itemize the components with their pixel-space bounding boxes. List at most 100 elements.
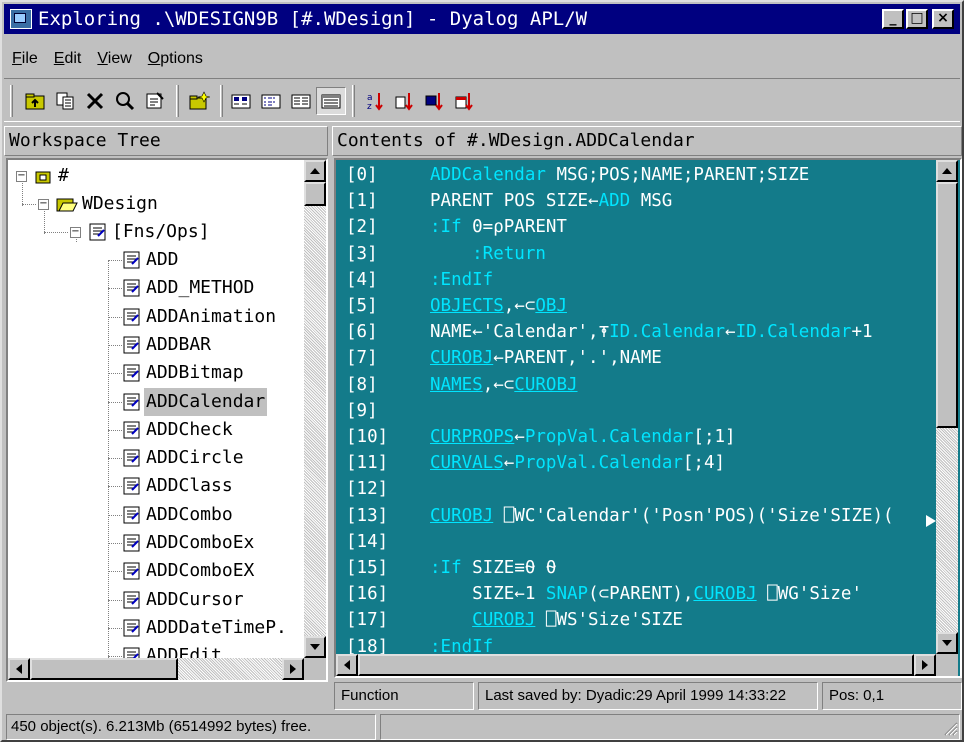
- tree-item-label: ADDBitmap: [146, 362, 244, 384]
- collapse-fns-icon[interactable]: −: [70, 227, 81, 238]
- tree-scroll-corner: [304, 658, 326, 680]
- code-line[interactable]: [4]:EndIf: [346, 267, 493, 294]
- line-number: [8]: [346, 374, 378, 395]
- code-token: SIZE←1: [430, 584, 546, 605]
- editor-scroll-down-button[interactable]: [936, 632, 958, 654]
- code-line[interactable]: [13] CUROBJ ⎕WC'Calendar'('Posn'POS)('Siz…: [346, 503, 894, 530]
- close-button[interactable]: ×: [932, 9, 954, 29]
- menu-bar: File Edit View Options: [4, 46, 211, 72]
- code-line[interactable]: [11] CURVALS←PropVal.Calendar[;4]: [346, 450, 725, 477]
- code-line[interactable]: [14]: [346, 529, 430, 556]
- new-folder-icon[interactable]: [184, 87, 214, 115]
- code-editor[interactable]: [0] ADDCalendar MSG;POS;NAME;PARENT;SIZE[…: [334, 158, 962, 678]
- menu-edit[interactable]: Edit: [46, 46, 90, 72]
- code-token: CUROBJ: [430, 348, 494, 369]
- code-line[interactable]: [10] CURPROPS←PropVal.Calendar[;1]: [346, 424, 736, 451]
- sort-by-name-icon[interactable]: az: [360, 87, 390, 115]
- tree-root-label: #: [58, 165, 69, 186]
- collapse-root-icon[interactable]: −: [16, 171, 27, 182]
- editor-scroll-right-button[interactable]: [914, 654, 936, 676]
- code-line[interactable]: [18]:EndIf: [346, 634, 493, 654]
- function-icon: [122, 476, 142, 505]
- code-token: ,←⊂: [482, 374, 515, 395]
- editor-panel-header: Contents of #.WDesign.ADDCalendar: [332, 126, 962, 156]
- tree-hscroll-thumb[interactable]: [30, 658, 178, 680]
- code-token: NAME←'Calendar',⍕: [430, 322, 610, 343]
- tree-item-label: ADDBAR: [146, 333, 212, 355]
- tree-scroll-up-button[interactable]: [304, 160, 326, 182]
- toolbar-separator: [176, 85, 179, 117]
- line-number: [5]: [346, 296, 378, 316]
- code-area[interactable]: [0] ADDCalendar MSG;POS;NAME;PARENT;SIZE[…: [336, 160, 936, 654]
- tree-scroll-left-button[interactable]: [8, 658, 30, 680]
- code-token: ,←⊂: [503, 296, 536, 316]
- workspace-tree[interactable]: − # − WDesign − [Fns/Ops] ADD ADD_METHOD…: [6, 158, 328, 682]
- copy-icon[interactable]: [50, 87, 80, 115]
- maximize-button[interactable]: □: [906, 9, 928, 29]
- function-icon: [122, 505, 142, 534]
- tree-vertical-scrollbar[interactable]: [304, 160, 326, 658]
- delete-icon[interactable]: [80, 87, 110, 115]
- menu-file[interactable]: File: [4, 46, 46, 72]
- editor-horizontal-scrollbar[interactable]: [336, 654, 936, 676]
- editor-vertical-scrollbar[interactable]: [936, 160, 958, 654]
- tree-item-label: ADDCircle: [146, 447, 244, 469]
- tree-item-label: ADD: [146, 249, 179, 270]
- sort-by-size-icon[interactable]: [420, 87, 450, 115]
- list-icon[interactable]: [286, 87, 316, 115]
- editor-scroll-left-button[interactable]: [336, 654, 358, 676]
- code-line[interactable]: [17] CUROBJ ⎕WS'Size'SIZE: [346, 607, 683, 634]
- editor-scroll-thumb[interactable]: [936, 182, 958, 428]
- properties-icon[interactable]: [140, 87, 170, 115]
- tree-fns-label: [Fns/Ops]: [112, 221, 210, 242]
- code-line[interactable]: [9]: [346, 398, 430, 425]
- editor-scroll-up-button[interactable]: [936, 160, 958, 182]
- title-bar[interactable]: Exploring .\WDESIGN9B [#.WDesign] - Dyal…: [4, 4, 960, 34]
- code-token: CURVALS: [430, 453, 504, 474]
- tree-wdesign-label: WDesign: [82, 193, 158, 214]
- function-icon: [122, 392, 142, 421]
- tree-item-label: ADDClass: [146, 475, 233, 497]
- code-line[interactable]: [3] :Return: [346, 241, 546, 268]
- status-bar-empty: [380, 714, 960, 740]
- details-icon[interactable]: [316, 87, 346, 115]
- code-token: ADDCalendar: [430, 165, 546, 185]
- code-line[interactable]: [6] NAME←'Calendar',⍕ID.Calendar←ID.Calen…: [346, 319, 873, 346]
- minimize-button[interactable]: _: [882, 9, 904, 29]
- small-icons-icon[interactable]: [256, 87, 286, 115]
- sort-by-date-icon[interactable]: [450, 87, 480, 115]
- size-grip-icon[interactable]: [942, 720, 958, 741]
- large-icons-icon[interactable]: [226, 87, 256, 115]
- code-line[interactable]: [5] OBJECTS,←⊂OBJ: [346, 293, 567, 320]
- line-number: [15]: [346, 558, 389, 578]
- editor-hscroll-thumb[interactable]: [358, 654, 914, 676]
- collapse-wdesign-icon[interactable]: −: [38, 199, 49, 210]
- code-token: :If: [430, 558, 462, 578]
- code-token: [;1]: [693, 427, 736, 447]
- code-line[interactable]: [15]:If SIZE≡⍬ ⍬: [346, 555, 556, 582]
- tree-panel-header: Workspace Tree: [4, 126, 328, 156]
- menu-options[interactable]: Options: [140, 46, 211, 72]
- line-number: [18]: [346, 636, 389, 654]
- code-token: CUROBJ: [472, 610, 536, 631]
- code-line[interactable]: [2]:If 0=⍴PARENT: [346, 214, 567, 241]
- line-number: [4]: [346, 269, 378, 290]
- code-line[interactable]: [8] NAMES,←⊂CUROBJ: [346, 372, 578, 399]
- code-line[interactable]: [12]: [346, 476, 430, 503]
- menu-view[interactable]: View: [89, 46, 139, 72]
- code-line[interactable]: [7] CUROBJ←PARENT,'.',NAME: [346, 345, 662, 372]
- tree-horizontal-scrollbar[interactable]: [8, 658, 304, 680]
- tree-scroll-right-button[interactable]: [282, 658, 304, 680]
- code-line[interactable]: [16] SIZE←1 SNAP(⊂PARENT),CUROBJ ⎕WG'Siz…: [346, 581, 862, 608]
- find-icon[interactable]: [110, 87, 140, 115]
- code-line[interactable]: [0] ADDCalendar MSG;POS;NAME;PARENT;SIZE: [346, 162, 809, 189]
- up-folder-icon[interactable]: [20, 87, 50, 115]
- code-line[interactable]: [1] PARENT POS SIZE←ADD MSG: [346, 188, 672, 215]
- sort-by-type-icon[interactable]: [390, 87, 420, 115]
- tree-content: − # − WDesign − [Fns/Ops] ADD ADD_METHOD…: [8, 160, 304, 658]
- function-icon: [122, 307, 142, 336]
- tree-scroll-thumb[interactable]: [304, 182, 326, 206]
- tree-scroll-down-button[interactable]: [304, 636, 326, 658]
- code-token: ←: [514, 427, 525, 447]
